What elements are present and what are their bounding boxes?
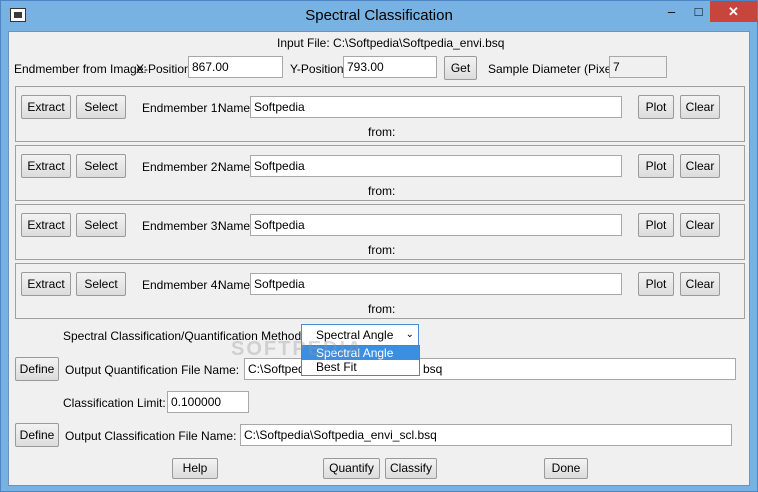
plot-button-3[interactable]: Plot [638, 213, 674, 237]
clear-button-2[interactable]: Clear [680, 154, 720, 178]
x-position-label: X-Position: [136, 62, 195, 76]
main-window: Spectral Classification – □ ✕ Input File… [0, 0, 758, 492]
method-option-best-fit[interactable]: Best Fit [302, 360, 419, 374]
endmember-2-name-input[interactable]: Softpedia [250, 155, 622, 177]
sample-diameter-label: Sample Diameter (Pixels): [488, 62, 628, 76]
watermark: SOFTPEDIA [231, 338, 364, 360]
maximize-button[interactable]: □ [685, 1, 712, 22]
define-quant-button[interactable]: Define [15, 357, 59, 381]
get-button[interactable]: Get [444, 56, 477, 80]
plot-button-2[interactable]: Plot [638, 154, 674, 178]
extract-button-2[interactable]: Extract [21, 154, 71, 178]
y-position-input[interactable]: 793.00 [343, 56, 437, 78]
endmember-from-image-label: Endmember from Image: [14, 62, 147, 76]
classify-button[interactable]: Classify [385, 458, 437, 479]
from-label-2: from: [368, 184, 396, 198]
endmember-3-name-input[interactable]: Softpedia [250, 214, 622, 236]
select-button-3[interactable]: Select [76, 213, 126, 237]
clear-button-4[interactable]: Clear [680, 272, 720, 296]
endmember-1-label: Endmember 1: [142, 101, 221, 115]
classification-limit-input[interactable]: 0.100000 [167, 391, 249, 413]
endmember-1-name-input[interactable]: Softpedia [250, 96, 622, 118]
endmember-3-group: Extract Select Endmember 3: Name Softped… [15, 204, 745, 260]
y-position-label: Y-Position: [290, 62, 347, 76]
select-button-4[interactable]: Select [76, 272, 126, 296]
name-label-4: Name [218, 278, 251, 292]
class-output-input[interactable]: C:\Softpedia\Softpedia_envi_scl.bsq [240, 424, 732, 446]
help-button[interactable]: Help [172, 458, 218, 479]
select-button-2[interactable]: Select [76, 154, 126, 178]
classification-limit-label: Classification Limit: [63, 396, 166, 410]
quantify-button[interactable]: Quantify [323, 458, 380, 479]
window-title: Spectral Classification [305, 7, 453, 24]
plot-button-1[interactable]: Plot [638, 95, 674, 119]
clear-button-3[interactable]: Clear [680, 213, 720, 237]
title-bar[interactable]: Spectral Classification – □ ✕ [1, 1, 757, 31]
endmember-1-group: Extract Select Endmember 1: Name Softped… [15, 86, 745, 142]
plot-button-4[interactable]: Plot [638, 272, 674, 296]
done-button[interactable]: Done [544, 458, 588, 479]
x-position-input[interactable]: 867.00 [188, 56, 283, 78]
select-button-1[interactable]: Select [76, 95, 126, 119]
input-file-label: Input File: C:\Softpedia\Softpedia_envi.… [277, 36, 505, 50]
name-label-2: Name [218, 160, 251, 174]
extract-button-3[interactable]: Extract [21, 213, 71, 237]
from-label-3: from: [368, 243, 396, 257]
endmember-4-group: Extract Select Endmember 4: Name Softped… [15, 263, 745, 319]
sample-diameter-input[interactable]: 7 [609, 56, 667, 78]
class-output-label: Output Classification File Name: [65, 429, 237, 443]
from-label-4: from: [368, 302, 396, 316]
endmember-2-label: Endmember 2: [142, 160, 221, 174]
minimize-button[interactable]: – [658, 1, 685, 22]
define-class-button[interactable]: Define [15, 423, 59, 447]
extract-button-4[interactable]: Extract [21, 272, 71, 296]
endmember-4-label: Endmember 4: [142, 278, 221, 292]
close-button[interactable]: ✕ [710, 1, 757, 22]
endmember-4-name-input[interactable]: Softpedia [250, 273, 622, 295]
endmember-2-group: Extract Select Endmember 2: Name Softped… [15, 145, 745, 201]
quant-output-value-end: bsq [423, 362, 443, 376]
extract-button-1[interactable]: Extract [21, 95, 71, 119]
quant-output-label: Output Quantification File Name: [65, 363, 240, 377]
endmember-3-label: Endmember 3: [142, 219, 221, 233]
clear-button-1[interactable]: Clear [680, 95, 720, 119]
name-label-3: Name [218, 219, 251, 233]
from-label-1: from: [368, 125, 396, 139]
chevron-down-icon: ⌄ [405, 329, 414, 340]
quant-output-value-start: C:\Softpedi [248, 362, 308, 376]
dialog-body: Input File: C:\Softpedia\Softpedia_envi.… [8, 31, 750, 486]
name-label-1: Name [218, 101, 251, 115]
